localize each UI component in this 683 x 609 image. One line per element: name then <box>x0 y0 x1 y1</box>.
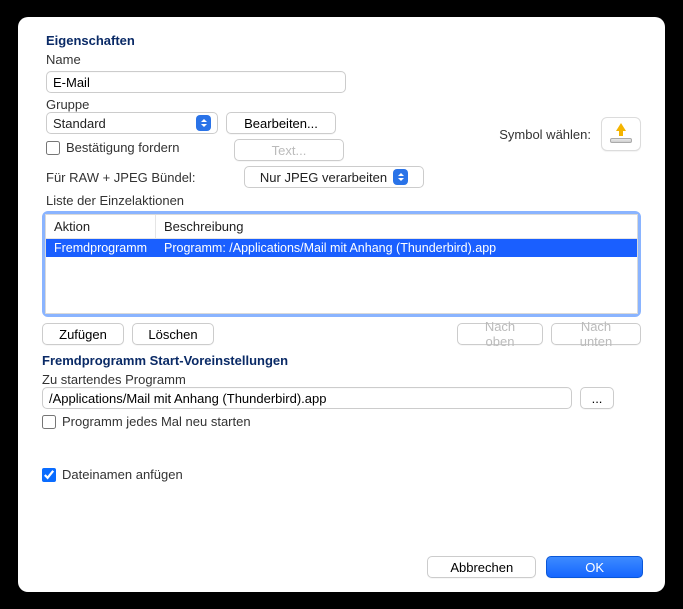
add-action-button[interactable]: Zufügen <box>42 323 124 345</box>
group-select[interactable]: Standard <box>46 112 218 134</box>
restart-each-label: Programm jedes Mal neu starten <box>62 414 251 429</box>
symbol-choose-button[interactable] <box>601 117 641 151</box>
raw-jpeg-value: Nur JPEG verarbeiten <box>260 170 387 185</box>
chevrons-icon <box>393 169 408 185</box>
program-to-start-label: Zu startendes Programm <box>42 372 641 387</box>
move-up-button: Nach oben <box>457 323 543 345</box>
group-select-value: Standard <box>53 116 106 131</box>
properties-header: Eigenschaften <box>46 33 641 48</box>
symbol-choose-block: Symbol wählen: <box>499 117 641 151</box>
program-path-input[interactable] <box>42 387 572 409</box>
table-header-row: Aktion Beschreibung <box>46 215 637 239</box>
browse-program-button[interactable]: ... <box>580 387 614 409</box>
symbol-choose-label: Symbol wählen: <box>499 127 591 142</box>
restart-each-checkbox[interactable] <box>42 415 56 429</box>
name-input[interactable] <box>46 71 346 93</box>
raw-jpeg-select[interactable]: Nur JPEG verarbeiten <box>244 166 424 188</box>
edit-group-button[interactable]: Bearbeiten... <box>226 112 336 134</box>
cell-description: Programm: /Applications/Mail mit Anhang … <box>156 239 637 257</box>
chevrons-icon <box>196 115 211 131</box>
append-filenames-checkbox[interactable] <box>42 468 56 482</box>
header-action[interactable]: Aktion <box>46 215 156 238</box>
move-down-button: Nach unten <box>551 323 641 345</box>
cell-action: Fremdprogramm <box>46 239 156 257</box>
raw-bundle-label: Für RAW + JPEG Bündel: <box>46 170 236 185</box>
list-actions-label: Liste der Einzelaktionen <box>46 193 641 208</box>
foreign-program-header: Fremdprogramm Start-Voreinstellungen <box>42 353 641 368</box>
ok-button[interactable]: OK <box>546 556 643 578</box>
table-row[interactable]: Fremdprogramm Programm: /Applications/Ma… <box>46 239 637 257</box>
group-label: Gruppe <box>46 97 641 112</box>
append-filenames-label: Dateinamen anfügen <box>62 467 183 482</box>
confirm-checkbox[interactable] <box>46 141 60 155</box>
upload-icon <box>610 125 632 143</box>
delete-action-button[interactable]: Löschen <box>132 323 214 345</box>
confirm-label: Bestätigung fordern <box>66 140 179 155</box>
text-button-disabled: Text... <box>234 139 344 161</box>
actions-table[interactable]: Aktion Beschreibung Fremdprogramm Progra… <box>42 211 641 317</box>
name-label: Name <box>46 52 641 67</box>
header-description[interactable]: Beschreibung <box>156 215 637 238</box>
cancel-button[interactable]: Abbrechen <box>427 556 536 578</box>
dialog-window: Eigenschaften Name Gruppe Standard Bearb… <box>18 17 665 592</box>
